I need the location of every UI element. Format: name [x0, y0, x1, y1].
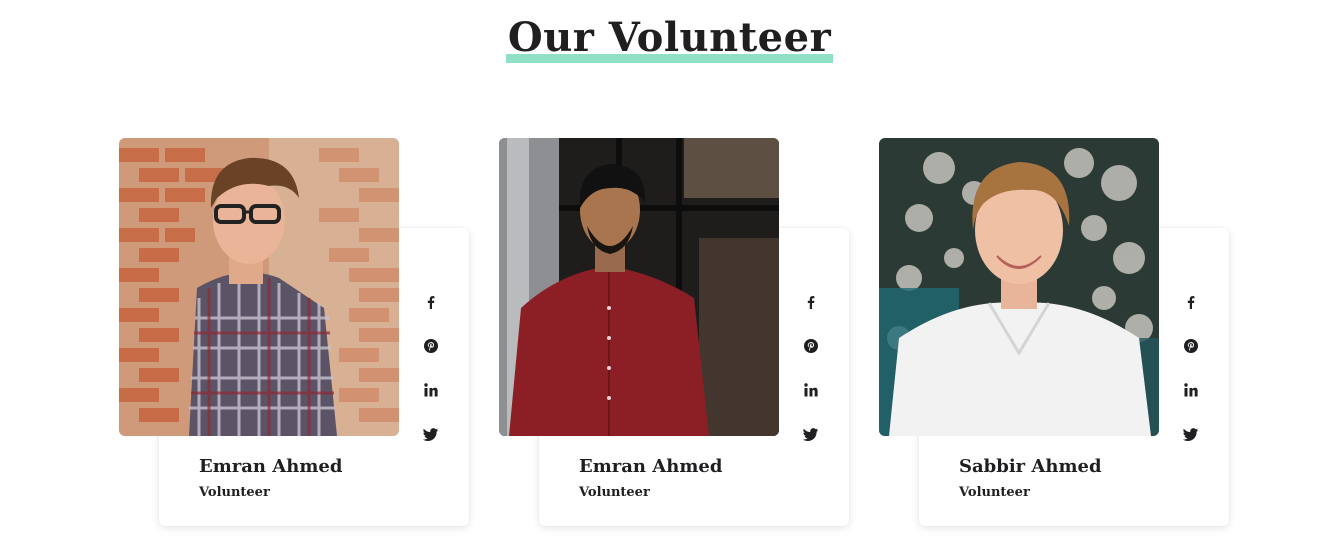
facebook-icon[interactable]: [1179, 294, 1203, 318]
volunteer-name[interactable]: Emran Ahmed: [199, 456, 342, 477]
section-header: Our Volunteer: [0, 12, 1339, 64]
pinterest-icon[interactable]: [1179, 338, 1203, 362]
pinterest-icon[interactable]: [419, 338, 443, 362]
linkedin-icon[interactable]: [419, 382, 443, 406]
volunteer-role: Volunteer: [199, 485, 270, 500]
volunteer-card: Emran Ahmed Volunteer: [499, 138, 849, 528]
pinterest-icon[interactable]: [799, 338, 823, 362]
volunteer-role: Volunteer: [579, 485, 650, 500]
volunteer-photo: [119, 138, 399, 436]
twitter-icon[interactable]: [419, 426, 443, 450]
facebook-icon[interactable]: [419, 294, 443, 318]
volunteer-card: Emran Ahmed Volunteer: [119, 138, 469, 528]
social-links: [419, 290, 443, 470]
volunteer-photo: [499, 138, 779, 436]
volunteer-card: Sabbir Ahmed Volunteer: [879, 138, 1229, 528]
volunteer-name[interactable]: Sabbir Ahmed: [959, 456, 1102, 477]
twitter-icon[interactable]: [799, 426, 823, 450]
facebook-icon[interactable]: [799, 294, 823, 318]
volunteer-photo: [879, 138, 1159, 436]
social-links: [1179, 290, 1203, 470]
social-links: [799, 290, 823, 470]
section-title: Our Volunteer: [505, 12, 834, 64]
linkedin-icon[interactable]: [799, 382, 823, 406]
volunteer-role: Volunteer: [959, 485, 1030, 500]
linkedin-icon[interactable]: [1179, 382, 1203, 406]
volunteer-name[interactable]: Emran Ahmed: [579, 456, 722, 477]
twitter-icon[interactable]: [1179, 426, 1203, 450]
